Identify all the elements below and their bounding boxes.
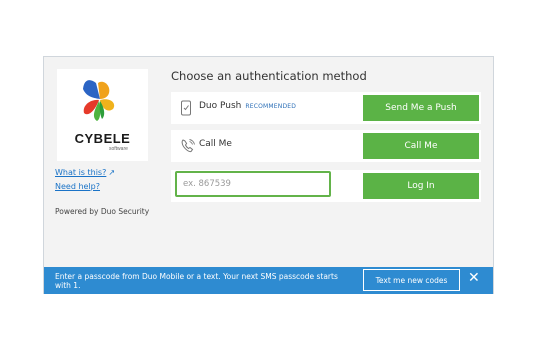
- external-link-icon: ↗: [108, 168, 116, 177]
- call-me-button[interactable]: Call Me: [363, 133, 479, 159]
- powered-by-text: Powered by Duo Security: [55, 207, 150, 216]
- phone-call-icon: [180, 138, 195, 154]
- close-icon[interactable]: ✕: [468, 270, 480, 286]
- brand-logo: CYBELE software: [57, 69, 148, 161]
- page-title: Choose an authentication method: [171, 69, 367, 83]
- send-push-button[interactable]: Send Me a Push: [363, 95, 479, 121]
- method-row-passcode: Log In: [171, 170, 481, 202]
- method-row-push: Duo Push RECOMMENDED Send Me a Push: [171, 92, 481, 124]
- phone-icon: [180, 100, 194, 116]
- passcode-input[interactable]: [175, 171, 331, 197]
- recommended-badge: RECOMMENDED: [245, 103, 297, 110]
- butterfly-logo-icon: [83, 80, 115, 121]
- brand-name: CYBELE: [74, 131, 131, 146]
- push-label: Duo Push RECOMMENDED: [199, 101, 296, 111]
- need-help-link[interactable]: Need help?: [55, 182, 100, 191]
- what-is-this-label: What is this?: [55, 168, 107, 177]
- call-label: Call Me: [199, 139, 232, 149]
- duo-auth-frame: CYBELE software What is this? ↗ Need help…: [43, 56, 494, 294]
- push-label-text: Duo Push: [199, 101, 242, 111]
- method-row-call: Call Me Call Me: [171, 130, 481, 162]
- what-is-this-link[interactable]: What is this? ↗: [55, 168, 115, 177]
- text-me-new-codes-button[interactable]: Text me new codes: [363, 269, 460, 291]
- notice-text: Enter a passcode from Duo Mobile or a te…: [55, 272, 338, 290]
- notice-bar: Enter a passcode from Duo Mobile or a te…: [44, 267, 493, 294]
- log-in-button[interactable]: Log In: [363, 173, 479, 199]
- brand-subtitle: software: [109, 146, 128, 152]
